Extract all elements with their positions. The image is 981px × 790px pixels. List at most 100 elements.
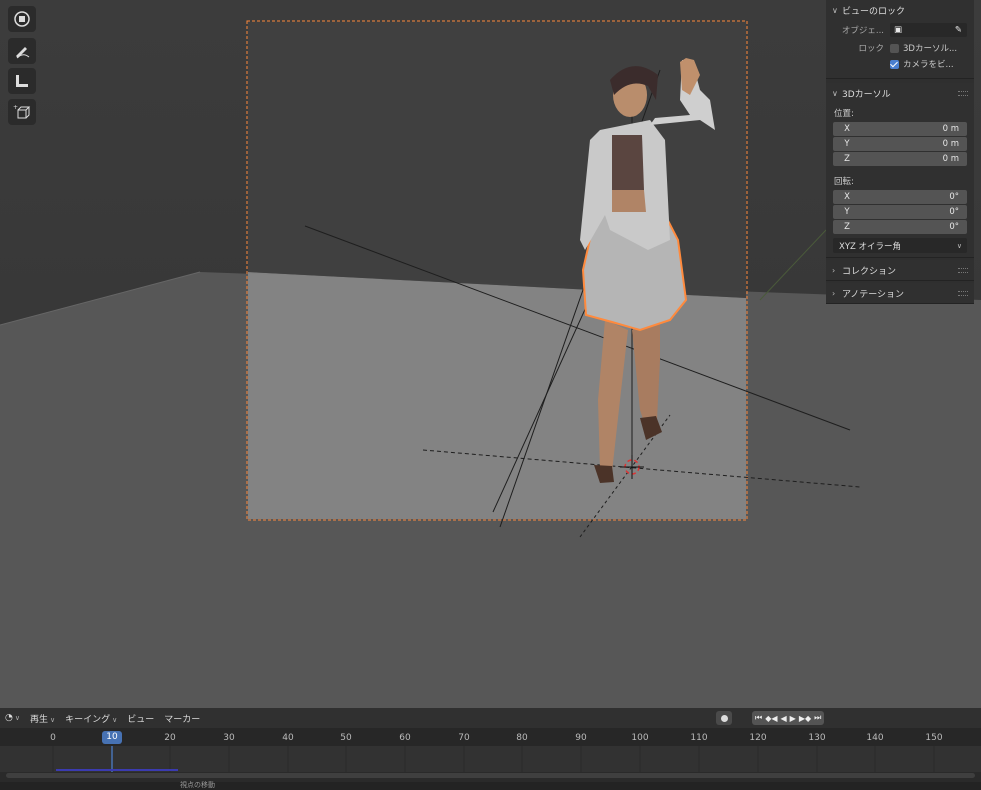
field-value: 0 m <box>942 139 959 149</box>
frame-tick: 130 <box>808 733 826 743</box>
panel-view-lock: ∨ ビューのロック オブジェ... ▣ ✎ ロック 3Dカーソル... カメラを… <box>826 0 974 79</box>
tool-add-cube[interactable]: + <box>8 99 36 125</box>
axis-label: Y <box>844 139 850 149</box>
menu-marker[interactable]: マーカー <box>159 712 205 725</box>
frame-tick: 110 <box>690 733 708 743</box>
jump-start-icon[interactable]: ⏮ <box>755 713 762 723</box>
panel-title: コレクション <box>842 266 897 277</box>
timeline-editor: ◔∨ 再生∨ キーイング∨ ビュー マーカー ⏮ ◆◀ ◀ ▶ ▶◆ ⏭ 0 1… <box>0 708 981 790</box>
tool-annotate[interactable] <box>8 38 36 64</box>
lock-3d-cursor-checkbox[interactable] <box>890 43 899 53</box>
chevron-down-icon: ∨ <box>832 5 838 15</box>
frame-tick: 140 <box>866 733 884 743</box>
clock-icon: ◔ <box>5 713 13 723</box>
location-x-field[interactable]: X 0 m <box>833 122 967 136</box>
timeline-tracks[interactable] <box>0 746 981 772</box>
play-icon[interactable]: ▶ <box>790 714 796 723</box>
panel-3d-cursor: ∨ 3Dカーソル 位置: X0 m Y0 m Z0 m 回転: X 0° Y 0° … <box>826 83 974 258</box>
rotation-x-field[interactable]: X 0° <box>833 190 967 204</box>
playback-controls: ⏮ ◆◀ ◀ ▶ ▶◆ ⏭ <box>752 711 825 725</box>
tool-measure[interactable] <box>8 68 36 94</box>
panel-header-view-lock[interactable]: ∨ ビューのロック <box>826 0 974 20</box>
measure-icon <box>13 72 31 90</box>
frame-tick: 70 <box>458 733 470 743</box>
timeline-header: ◔ ∨ 再生 ∨ キーイング ∨ ビュー マーカー ⏮ ◆◀ ◀ ▶ ▶◆ ⏭ <box>0 708 981 728</box>
frame-ruler[interactable]: 0 10 20 30 40 50 60 70 80 90 100 110 120… <box>0 728 981 746</box>
status-bar: 視点の移動 <box>0 781 981 790</box>
axis-label: X <box>844 192 850 202</box>
rotation-y-field[interactable]: Y 0° <box>833 205 967 219</box>
lock-label: ロック <box>858 44 884 54</box>
frame-tick: 90 <box>575 733 587 743</box>
add-cube-icon: + <box>13 103 31 121</box>
lock-3d-cursor-label: 3Dカーソル... <box>903 44 958 54</box>
chevron-down-icon: ∨ <box>956 241 962 250</box>
panel-title: ビューのロック <box>842 6 906 17</box>
rotation-mode-value: XYZ オイラー角 <box>839 241 902 252</box>
tool-cursor[interactable] <box>8 6 36 32</box>
object-field[interactable]: ▣ ✎ <box>890 23 967 37</box>
location-z-field[interactable]: Z 0 m <box>833 152 967 166</box>
object-icon: ▣ <box>894 25 903 35</box>
rotation-label: 回転: <box>834 177 854 187</box>
frame-tick: 80 <box>516 733 528 743</box>
auto-keying-record-button[interactable] <box>716 711 732 725</box>
prev-keyframe-icon[interactable]: ◆◀ <box>765 714 777 723</box>
panel-header-3d-cursor[interactable]: ∨ 3Dカーソル <box>826 83 974 103</box>
chevron-down-icon: ∨ <box>112 715 118 724</box>
axis-label: Z <box>844 222 850 232</box>
3d-viewport[interactable]: + ∨ ビューのロック オブジェ... ▣ ✎ ロック 3Dカーソル... カメ… <box>0 0 981 708</box>
frame-tick: 30 <box>223 733 235 743</box>
drag-grip-icon[interactable] <box>958 291 968 296</box>
field-value: 0 m <box>942 124 959 134</box>
field-value: 0° <box>949 222 959 232</box>
lock-camera-checkbox[interactable] <box>890 59 899 69</box>
frame-tick: 0 <box>50 733 56 743</box>
play-reverse-icon[interactable]: ◀ <box>781 714 787 723</box>
chevron-down-icon: ∨ <box>832 88 838 98</box>
frame-tick: 60 <box>399 733 411 743</box>
panel-annotation: › アノテーション <box>826 283 974 304</box>
panel-title: アノテーション <box>842 289 905 300</box>
menu-view[interactable]: ビュー <box>122 712 159 725</box>
eyedropper-icon[interactable]: ✎ <box>955 25 962 35</box>
drag-grip-icon[interactable] <box>958 91 968 96</box>
annotate-icon <box>13 42 31 60</box>
frame-tick: 120 <box>749 733 767 743</box>
sidebar-n-panel: ∨ ビューのロック オブジェ... ▣ ✎ ロック 3Dカーソル... カメラを… <box>826 0 974 304</box>
status-text: 視点の移動 <box>180 781 215 789</box>
menu-label: キーイング <box>65 714 111 725</box>
axis-label: Z <box>844 154 850 164</box>
panel-header-annotation[interactable]: › アノテーション <box>826 283 974 303</box>
chevron-right-icon: › <box>832 265 836 275</box>
menu-label: 再生 <box>29 714 48 725</box>
lock-camera-label: カメラをビ... <box>903 60 954 70</box>
jump-end-icon[interactable]: ⏭ <box>814 713 821 723</box>
chevron-right-icon: › <box>832 288 836 298</box>
panel-collection: › コレクション <box>826 260 974 281</box>
frame-tick: 40 <box>282 733 294 743</box>
rotation-z-field[interactable]: Z 0° <box>833 220 967 234</box>
field-value: 0° <box>949 207 959 217</box>
next-keyframe-icon[interactable]: ▶◆ <box>799 714 811 723</box>
location-y-field[interactable]: Y 0 m <box>833 137 967 151</box>
frame-tick: 150 <box>925 733 943 743</box>
frame-tick: 20 <box>164 733 176 743</box>
menu-playback[interactable]: 再生 ∨ <box>25 712 60 725</box>
drag-grip-icon[interactable] <box>958 268 968 273</box>
current-frame-indicator[interactable]: 10 <box>102 731 122 744</box>
axis-label: Y <box>844 207 850 217</box>
cursor-icon <box>13 10 31 28</box>
horizontal-scrollbar[interactable] <box>6 773 975 778</box>
chevron-down-icon: ∨ <box>50 715 56 724</box>
frame-tick: 100 <box>631 733 649 743</box>
field-value: 0 m <box>942 154 959 164</box>
editor-type-button[interactable]: ◔ ∨ <box>0 713 25 723</box>
object-label: オブジェ... <box>841 26 884 36</box>
menu-keying[interactable]: キーイング ∨ <box>60 712 122 725</box>
frame-tick: 50 <box>340 733 352 743</box>
rotation-mode-dropdown[interactable]: XYZ オイラー角 ∨ <box>833 238 967 253</box>
panel-title: 3Dカーソル <box>842 89 891 100</box>
panel-header-collection[interactable]: › コレクション <box>826 260 974 280</box>
axis-label: X <box>844 124 850 134</box>
